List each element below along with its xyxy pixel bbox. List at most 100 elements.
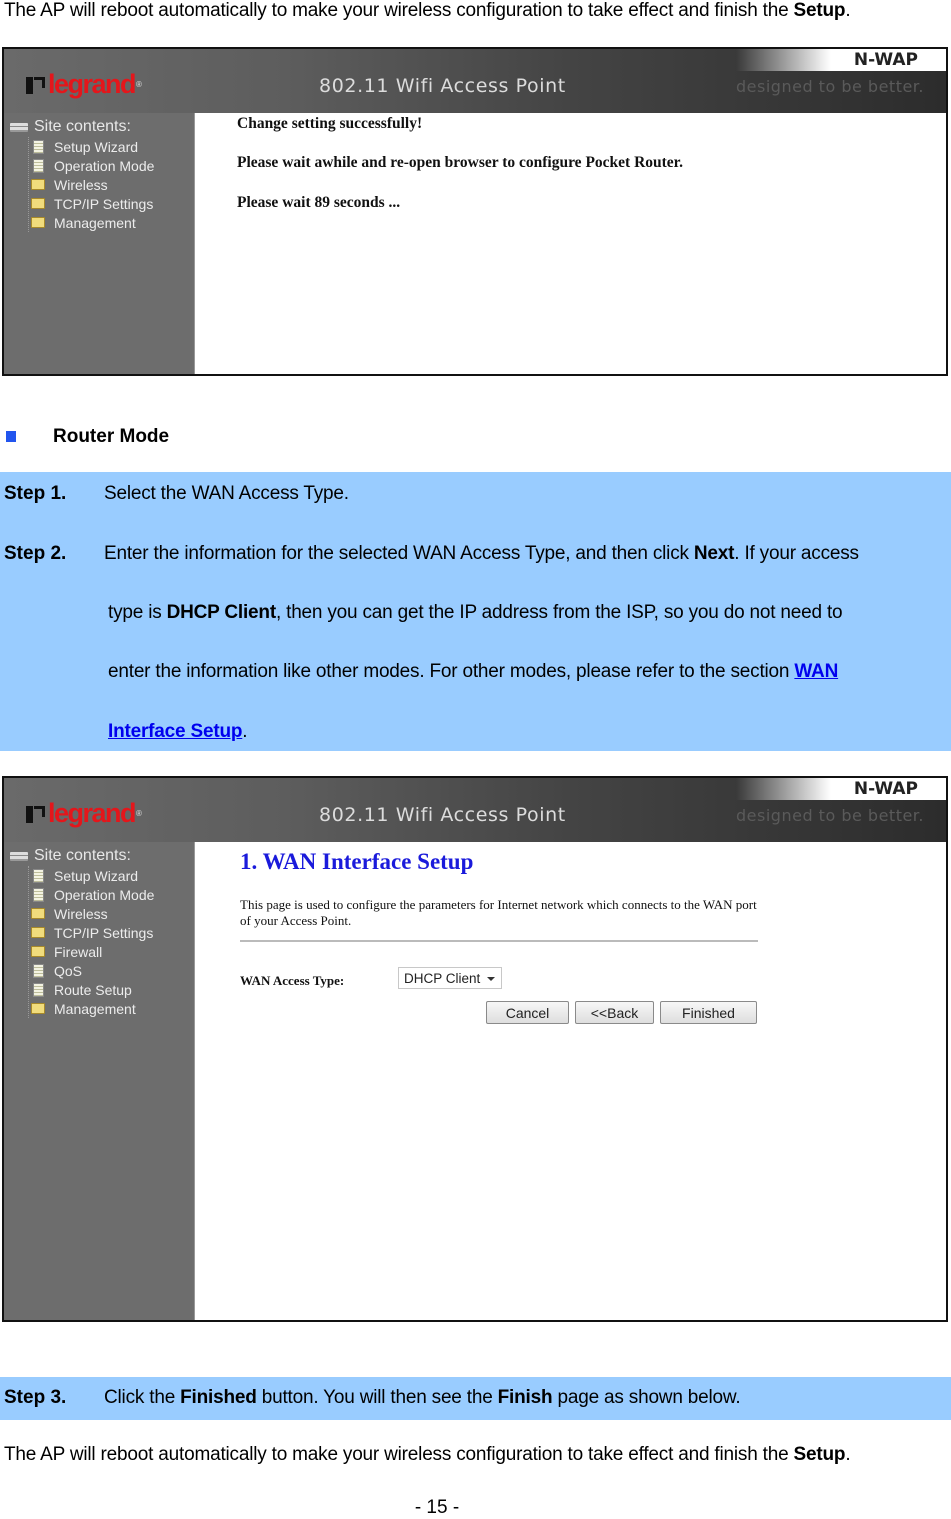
step1-text: Select the WAN Access Type. [104, 483, 349, 504]
legrand-logo: legrand ® [26, 798, 142, 829]
nav-item-management[interactable]: Management [31, 999, 154, 1018]
document-icon [33, 868, 44, 883]
step2-line4: Interface Setup. [108, 721, 248, 743]
text: Click the [104, 1387, 181, 1408]
bold-next: Next [693, 543, 735, 564]
product-name: N-WAP [853, 779, 918, 799]
outro-text: The AP will reboot automatically to make… [4, 1444, 794, 1465]
nav-item-operation-mode[interactable]: Operation Mode [31, 885, 154, 904]
bold-dhcp-client: DHCP Client [166, 602, 277, 623]
nav-label: Management [54, 1000, 136, 1017]
folder-icon [31, 217, 45, 228]
text: button. You will then see the [256, 1387, 498, 1408]
step3-label: Step 3. [4, 1387, 67, 1408]
wan-interface-setup-link[interactable]: WAN [794, 661, 838, 682]
intro-bold: Setup [793, 0, 846, 21]
registered-mark: ® [136, 80, 142, 89]
bold-finished: Finished [180, 1387, 257, 1408]
nav-list: Setup Wizard Operation Mode Wireless TCP… [28, 866, 154, 1018]
sidebar: Site contents: Setup Wizard Operation Mo… [4, 842, 192, 1320]
wan-setup-heading: 1. WAN Interface Setup [240, 849, 474, 874]
nav-item-management[interactable]: Management [31, 213, 154, 232]
legrand-mark-icon [26, 75, 45, 95]
wan-access-type-label: WAN Access Type: [240, 973, 345, 988]
legrand-logo: legrand ® [26, 69, 142, 100]
nav-label: TCP/IP Settings [54, 924, 154, 941]
document-icon [33, 158, 44, 173]
step2-line1: Enter the information for the selected W… [104, 543, 859, 565]
step2-label: Step 2. [4, 543, 67, 564]
nav-label: Operation Mode [54, 157, 155, 174]
nav-label: Operation Mode [54, 886, 155, 903]
intro-text: The AP will reboot automatically to make… [4, 0, 794, 21]
wan-access-type-select[interactable]: DHCP Client [398, 967, 502, 989]
tagline: designed to be better. [736, 806, 924, 825]
document-icon [33, 887, 44, 902]
text: type is [108, 602, 167, 623]
bold-finish: Finish [497, 1387, 553, 1408]
document-icon [33, 139, 44, 154]
folder-icon [31, 198, 45, 209]
step2-line3: enter the information like other modes. … [108, 661, 838, 683]
nav-label: Management [54, 214, 136, 231]
wan-interface-setup-link-cont[interactable]: Interface Setup [108, 721, 242, 742]
document-icon [33, 963, 44, 978]
text: page as shown below. [552, 1387, 741, 1408]
nav-label: QoS [54, 962, 83, 979]
server-icon [10, 851, 28, 861]
nav-item-operation-mode[interactable]: Operation Mode [31, 156, 154, 175]
sidebar: Site contents: Setup Wizard Operation Mo… [4, 113, 192, 374]
content-pane: 1. WAN Interface Setup This page is used… [194, 842, 946, 1320]
nav-label: Wireless [54, 176, 108, 193]
reopen-message: Please wait awhile and re-open browser t… [237, 154, 684, 171]
text: , then you can get the IP address from t… [275, 602, 843, 623]
nav-list: Setup Wizard Operation Mode Wireless TCP… [28, 137, 154, 232]
wan-setup-screenshot: legrand ® 802.11 Wifi Access Point N-WAP … [2, 776, 948, 1322]
cancel-button[interactable]: Cancel [486, 1001, 569, 1024]
text: Enter the information for the selected W… [104, 543, 694, 564]
divider [240, 940, 758, 942]
countdown-message: Please wait 89 seconds ... [237, 194, 401, 211]
nav-label: TCP/IP Settings [54, 195, 154, 212]
nav-label: Setup Wizard [54, 867, 139, 884]
step1-label: Step 1. [4, 483, 67, 504]
text: . [242, 721, 248, 742]
text: enter the information like other modes. … [108, 661, 795, 682]
selected-value: DHCP Client [404, 970, 481, 986]
folder-icon [31, 946, 45, 957]
intro-end: . [845, 0, 851, 21]
bullet-square-icon [6, 431, 16, 442]
outro-end: . [845, 1444, 851, 1465]
server-icon [10, 122, 28, 132]
step2-line2: type is DHCP Client, then you can get th… [108, 602, 843, 624]
nav-item-wireless[interactable]: Wireless [31, 175, 154, 194]
nav-label: Setup Wizard [54, 138, 139, 155]
wan-setup-description: This page is used to configure the param… [240, 897, 757, 928]
content-pane: Change setting successfully! Please wait… [194, 113, 946, 374]
router-title: 802.11 Wifi Access Point [319, 804, 566, 826]
chevron-down-icon [487, 977, 495, 981]
intro-paragraph: The AP will reboot automatically to make… [4, 0, 851, 22]
site-contents-heading: Site contents: [10, 847, 131, 865]
nav-label: Firewall [54, 943, 103, 960]
nav-label: Wireless [54, 905, 108, 922]
nav-item-tcpip-settings[interactable]: TCP/IP Settings [31, 194, 154, 213]
router-title: 802.11 Wifi Access Point [319, 75, 566, 97]
nav-item-firewall[interactable]: Firewall [31, 942, 154, 961]
tagline: designed to be better. [736, 77, 924, 96]
folder-icon [31, 927, 45, 938]
step3-text: Click the Finished button. You will then… [104, 1387, 741, 1409]
document-icon [33, 982, 44, 997]
back-button[interactable]: <<Back [575, 1001, 654, 1024]
nav-item-setup-wizard[interactable]: Setup Wizard [31, 866, 154, 885]
nav-item-wireless[interactable]: Wireless [31, 904, 154, 923]
folder-icon [31, 1003, 45, 1014]
site-contents-label: Site contents: [34, 118, 131, 135]
nav-item-qos[interactable]: QoS [31, 961, 154, 980]
nav-item-setup-wizard[interactable]: Setup Wizard [31, 137, 154, 156]
site-contents-heading: Site contents: [10, 118, 131, 136]
steps-band: Step 1. Select the WAN Access Type. Step… [0, 472, 951, 751]
nav-item-route-setup[interactable]: Route Setup [31, 980, 154, 999]
nav-item-tcpip-settings[interactable]: TCP/IP Settings [31, 923, 154, 942]
finished-button[interactable]: Finished [660, 1001, 757, 1024]
